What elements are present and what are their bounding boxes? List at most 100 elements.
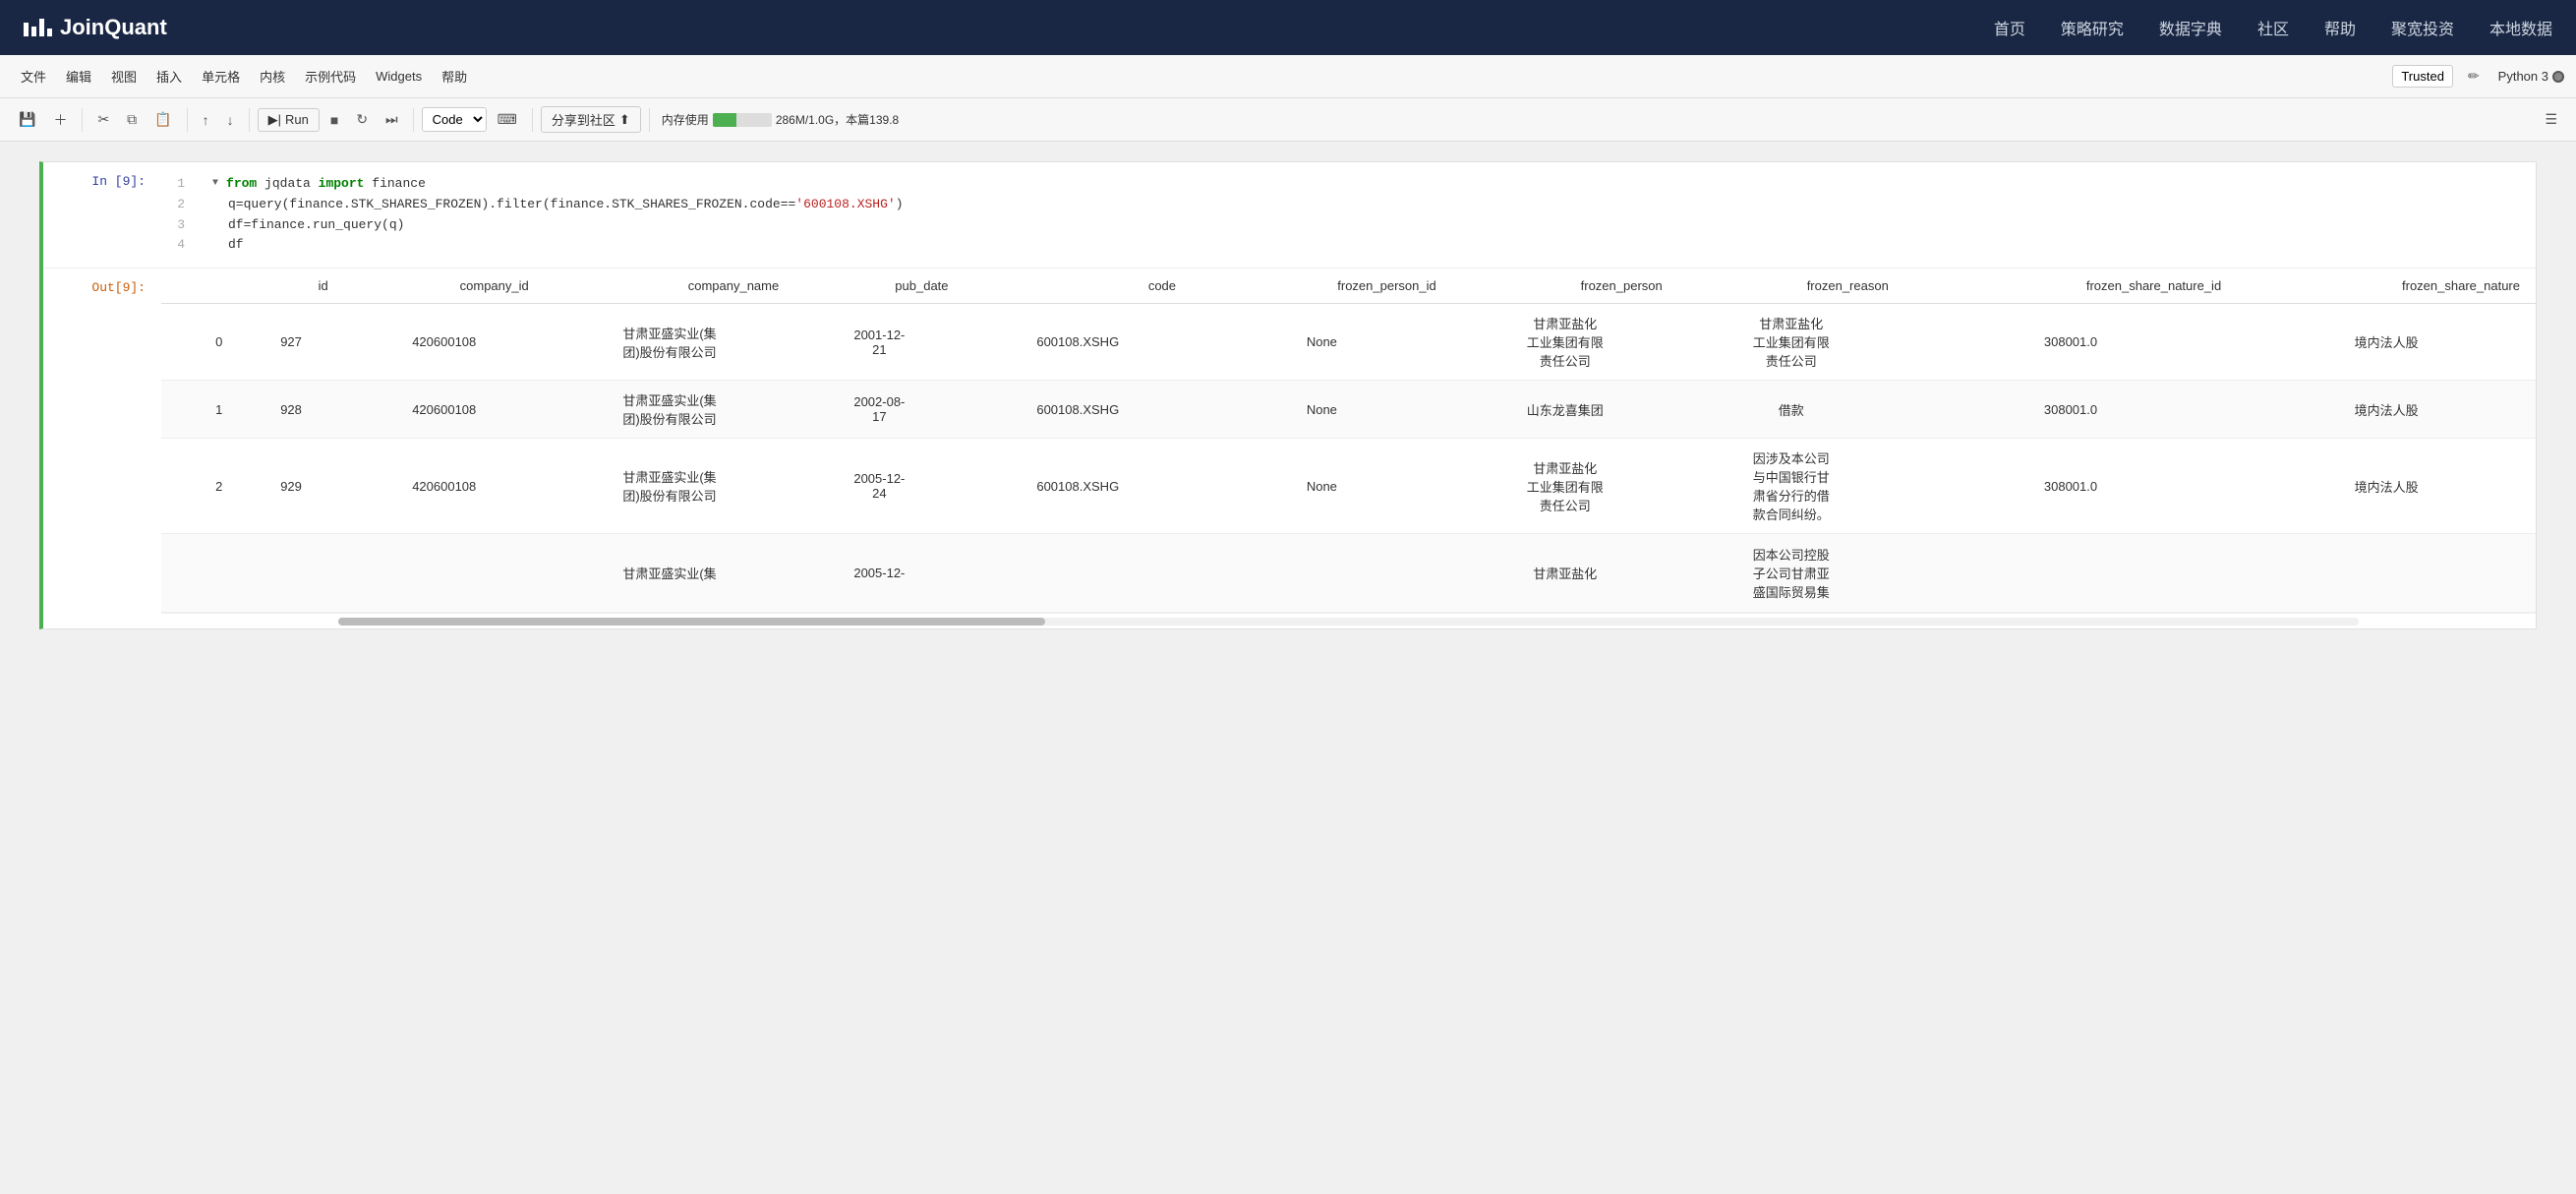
cell-pub-date-0: 2001-12-21 [794, 304, 964, 381]
paste-button[interactable]: 📋 [147, 106, 178, 133]
logo-bar-3 [39, 19, 44, 36]
move-down-button[interactable]: ↓ [220, 107, 241, 133]
menu-kernel[interactable]: 内核 [251, 62, 294, 90]
cell-frozen-person-id-1: None [1192, 381, 1452, 439]
run-button[interactable]: ▶| Run [258, 108, 320, 132]
cell-index-0: 0 [161, 304, 238, 381]
menu-toolbar: 文件 编辑 视图 插入 单元格 内核 示例代码 Widgets 帮助 Trust… [0, 55, 2576, 98]
code-text-2: q=query(finance.STK_SHARES_FROZEN).filte… [228, 195, 904, 215]
col-header-company-id: company_id [344, 269, 545, 304]
col-header-frozen-person-id: frozen_person_id [1192, 269, 1452, 304]
fold-arrow[interactable]: ▼ [212, 176, 218, 192]
separator-1 [82, 108, 83, 132]
share-button[interactable]: 分享到社区 ⬆ [541, 106, 641, 133]
memory-usage: 内存使用 286M/1.0G，本篇139.8 [662, 111, 899, 128]
keyboard-button[interactable]: ⌨ [491, 106, 524, 133]
trusted-button[interactable]: Trusted [2392, 65, 2453, 88]
line-num-1: 1 [177, 174, 185, 195]
cell-type-select[interactable]: Code [422, 107, 487, 132]
table-row: 1 928 420600108 甘肃亚盛实业(集团)股份有限公司 2002-08… [161, 381, 2536, 439]
col-header-frozen-person: frozen_person [1452, 269, 1678, 304]
logo-icon [24, 19, 52, 36]
nav-help[interactable]: 帮助 [2324, 16, 2356, 39]
move-up-button[interactable]: ↑ [196, 107, 216, 133]
python-badge: Python 3 [2498, 69, 2564, 84]
scroll-track[interactable] [338, 618, 2359, 626]
share-icon: ⬆ [619, 112, 630, 128]
menu-file[interactable]: 文件 [12, 62, 55, 90]
cell-id-0: 927 [238, 304, 343, 381]
cell-frozen-reason-1: 借款 [1678, 381, 1904, 439]
stop-button[interactable]: ■ [323, 107, 345, 133]
horizontal-scrollbar[interactable] [161, 613, 2536, 628]
scroll-thumb[interactable] [338, 618, 1045, 626]
cell-id-2: 929 [238, 439, 343, 534]
edit-icon-button[interactable]: ✏ [2461, 63, 2487, 90]
cell-frozen-share-nature-id-2: 308001.0 [1904, 439, 2237, 534]
cell-company-name-2: 甘肃亚盛实业(集团)股份有限公司 [545, 439, 794, 534]
menu-examples[interactable]: 示例代码 [296, 62, 365, 90]
cell-pub-date-3: 2005-12- [794, 534, 964, 613]
cell-code-1: 600108.XSHG [965, 381, 1192, 439]
separator-6 [649, 108, 650, 132]
separator-5 [532, 108, 533, 132]
menu-help[interactable]: 帮助 [433, 62, 476, 90]
cell-frozen-person-id-2: None [1192, 439, 1452, 534]
cut-button[interactable]: ✂ [90, 106, 116, 133]
separator-4 [413, 108, 414, 132]
logo-text: JoinQuant [60, 15, 167, 40]
cell-frozen-reason-2: 因涉及本公司与中国银行甘肃省分行的借款合同纠纷。 [1678, 439, 1904, 534]
cell-frozen-share-nature-2: 境内法人股 [2237, 439, 2536, 534]
table-row: 甘肃亚盛实业(集 2005-12- 甘肃亚盐化 因本公司控股子公司甘肃亚盛国际贸… [161, 534, 2536, 613]
save-button[interactable]: 💾 [12, 106, 42, 133]
cell-company-id-1: 420600108 [344, 381, 545, 439]
cell-frozen-person-id-3 [1192, 534, 1452, 613]
col-header-frozen-reason: frozen_reason [1678, 269, 1904, 304]
col-header-company-name: company_name [545, 269, 794, 304]
code-line-1: ▼ from jqdata import finance [212, 174, 2520, 195]
memory-bar-fill [713, 113, 736, 127]
line-num-2: 2 [177, 195, 185, 215]
menu-insert[interactable]: 插入 [147, 62, 191, 90]
col-header-frozen-share-nature: frozen_share_nature [2237, 269, 2536, 304]
cell-index-3 [161, 534, 238, 613]
cell-company-id-0: 420600108 [344, 304, 545, 381]
memory-value: 286M/1.0G，本篇139.8 [776, 111, 899, 128]
menu-toggle-button[interactable]: ☰ [2538, 106, 2564, 133]
nav-community[interactable]: 社区 [2257, 16, 2289, 39]
nav-links: 首页 策略研究 数据字典 社区 帮助 聚宽投资 本地数据 [1994, 16, 2552, 39]
cell-company-id-3 [344, 534, 545, 613]
col-header-code: code [965, 269, 1192, 304]
cell-frozen-share-nature-id-0: 308001.0 [1904, 304, 2237, 381]
code-text-4: df [228, 235, 244, 256]
menu-edit[interactable]: 编辑 [57, 62, 100, 90]
cell-frozen-share-nature-id-1: 308001.0 [1904, 381, 2237, 439]
nav-data-dict[interactable]: 数据字典 [2159, 16, 2222, 39]
copy-button[interactable]: ⧉ [120, 106, 144, 133]
cell-company-name-0: 甘肃亚盛实业(集团)股份有限公司 [545, 304, 794, 381]
fast-forward-button[interactable]: ⏭ [379, 106, 405, 133]
nav-home[interactable]: 首页 [1994, 16, 2025, 39]
menu-cell[interactable]: 单元格 [193, 62, 249, 90]
logo-bar-4 [47, 29, 52, 36]
input-prompt: In [9]: [43, 162, 161, 268]
menu-view[interactable]: 视图 [102, 62, 146, 90]
table-header-row: id company_id company_name pub_date code… [161, 269, 2536, 304]
restart-button[interactable]: ↻ [349, 106, 375, 133]
menu-widgets[interactable]: Widgets [367, 64, 431, 89]
cell-code-3 [965, 534, 1192, 613]
cell-code-area[interactable]: 1 2 3 4 ▼ from jqdata import fina [161, 162, 2536, 268]
nav-strategy[interactable]: 策略研究 [2061, 16, 2124, 39]
cell-id-3 [238, 534, 343, 613]
nav-local-data[interactable]: 本地数据 [2489, 16, 2552, 39]
cell-company-name-3: 甘肃亚盛实业(集 [545, 534, 794, 613]
logo[interactable]: JoinQuant [24, 15, 167, 40]
cell-frozen-person-3: 甘肃亚盐化 [1452, 534, 1678, 613]
nav-invest[interactable]: 聚宽投资 [2391, 16, 2454, 39]
col-header-id: id [238, 269, 343, 304]
add-cell-button[interactable]: ＋ [46, 105, 74, 135]
code-line-2: q=query(finance.STK_SHARES_FROZEN).filte… [212, 195, 2520, 215]
run-icon: ▶| [268, 112, 281, 128]
cell-frozen-person-0: 甘肃亚盐化工业集团有限责任公司 [1452, 304, 1678, 381]
toolbar-right: Trusted ✏ Python 3 [2392, 63, 2564, 90]
